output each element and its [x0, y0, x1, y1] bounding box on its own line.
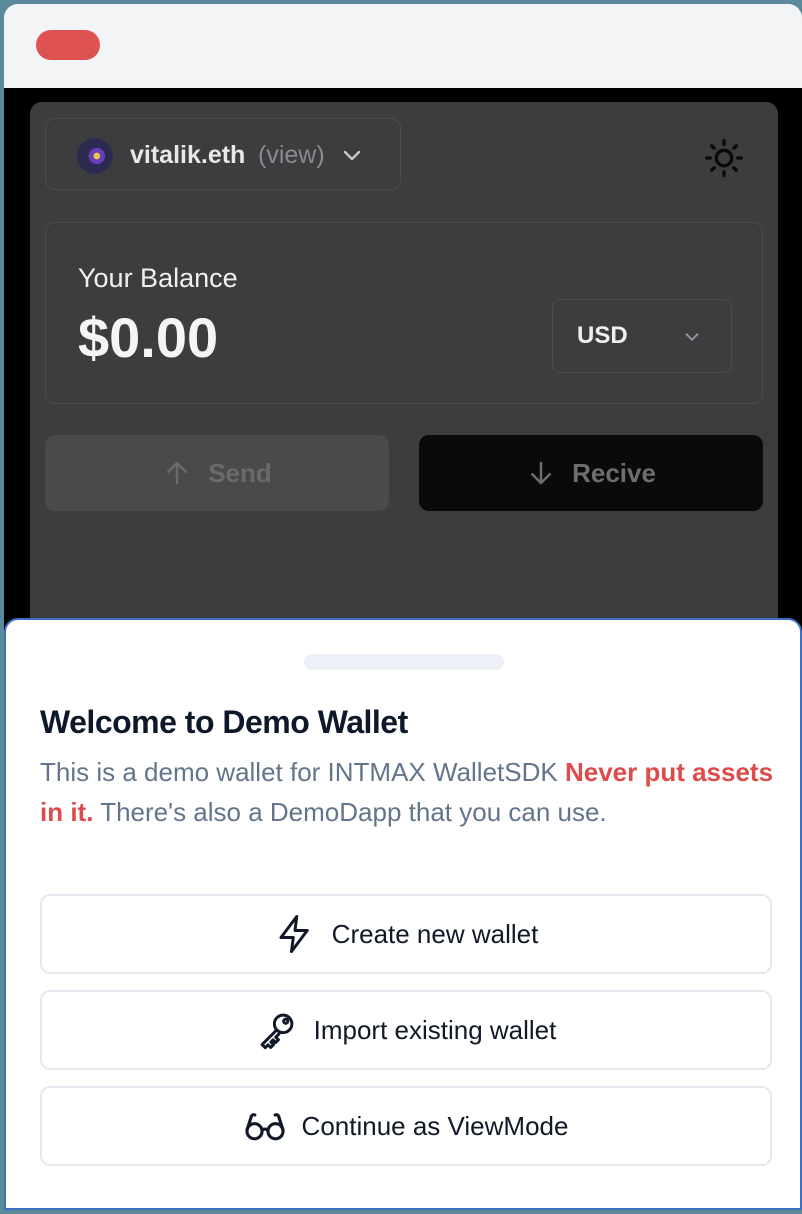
account-selector[interactable]: vitalik.eth (view)	[45, 118, 401, 190]
app-window: vitalik.eth (view) Your Balance $0.00 US…	[4, 4, 802, 1210]
sheet-title: Welcome to Demo Wallet	[40, 704, 408, 740]
window-close-button[interactable]	[36, 30, 100, 60]
chevron-down-icon	[343, 150, 361, 161]
titlebar	[4, 4, 802, 88]
send-label: Send	[208, 457, 272, 488]
wallet-card: vitalik.eth (view) Your Balance $0.00 US…	[30, 102, 778, 662]
glasses-icon	[244, 1113, 285, 1141]
import-wallet-label: Import existing wallet	[313, 1014, 557, 1045]
balance-value: $0.00	[78, 306, 219, 369]
currency-value: USD	[577, 322, 628, 349]
sheet-description: This is a demo wallet for INTMAX WalletS…	[40, 752, 780, 832]
send-button[interactable]: Send	[45, 435, 389, 511]
currency-select[interactable]: USD	[552, 299, 732, 373]
welcome-sheet: Welcome to Demo Wallet This is a demo wa…	[4, 618, 802, 1210]
create-wallet-label: Create new wallet	[331, 918, 539, 949]
account-mode: (view)	[258, 141, 325, 169]
sun-icon[interactable]	[702, 136, 746, 180]
create-wallet-button[interactable]: Create new wallet	[40, 894, 772, 974]
key-icon	[260, 1013, 293, 1050]
import-wallet-button[interactable]: Import existing wallet	[40, 990, 772, 1070]
description-suffix: There's also a DemoDapp that you can use…	[93, 797, 607, 827]
description-text: This is a demo wallet for INTMAX WalletS…	[40, 757, 565, 787]
lightning-icon	[279, 915, 309, 953]
avatar	[77, 138, 113, 174]
view-mode-button[interactable]: Continue as ViewMode	[40, 1086, 772, 1166]
balance-label: Your Balance	[78, 263, 238, 293]
chevron-down-icon	[685, 333, 699, 341]
account-name: vitalik.eth	[130, 141, 246, 169]
arrow-down-icon	[531, 461, 552, 485]
receive-label: Recive	[572, 457, 656, 488]
view-mode-label: Continue as ViewMode	[301, 1110, 569, 1141]
sheet-grabber[interactable]	[304, 654, 504, 670]
receive-button[interactable]: Recive	[419, 435, 763, 511]
arrow-up-icon	[167, 461, 188, 485]
balance-panel: Your Balance $0.00 USD	[45, 222, 763, 404]
